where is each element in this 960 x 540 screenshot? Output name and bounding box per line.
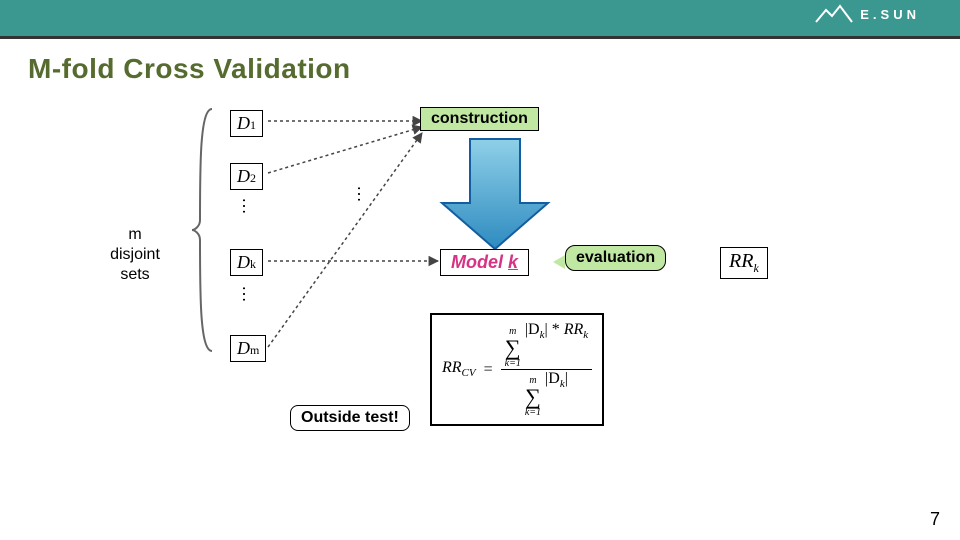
set-d1-box: D1: [230, 110, 263, 137]
slide-title: M-fold Cross Validation: [0, 39, 960, 85]
diagram-stage: m disjoint sets D1 D2 Dk Dm … … … constr…: [0, 85, 960, 505]
vertical-dots-1: …: [245, 197, 252, 215]
vertical-dots-2: …: [245, 285, 252, 303]
set-d2-box: D2: [230, 163, 263, 190]
down-arrow-icon: [430, 133, 560, 258]
model-k-box: Model k: [440, 249, 529, 276]
evaluation-callout: evaluation: [565, 245, 666, 271]
rrcv-formula-box: RRCV = m∑k=1 |Dk| * RRk m∑k=1 |Dk|: [430, 313, 604, 426]
mountain-icon: [814, 4, 854, 24]
page-number: 7: [930, 509, 940, 530]
vertical-dots-arrows: …: [360, 185, 367, 203]
outside-test-callout: Outside test!: [290, 405, 410, 431]
construction-label: construction: [420, 107, 539, 131]
rrk-box: RRk: [720, 247, 768, 279]
set-dk-box: Dk: [230, 249, 263, 276]
m-disjoint-sets-label: m disjoint sets: [90, 225, 180, 285]
set-dm-box: Dm: [230, 335, 266, 362]
brand-text: E.SUN: [860, 7, 920, 22]
header-bar: E.SUN: [0, 0, 960, 36]
curly-brace-icon: [190, 105, 218, 355]
brand-logo: E.SUN: [814, 4, 920, 24]
